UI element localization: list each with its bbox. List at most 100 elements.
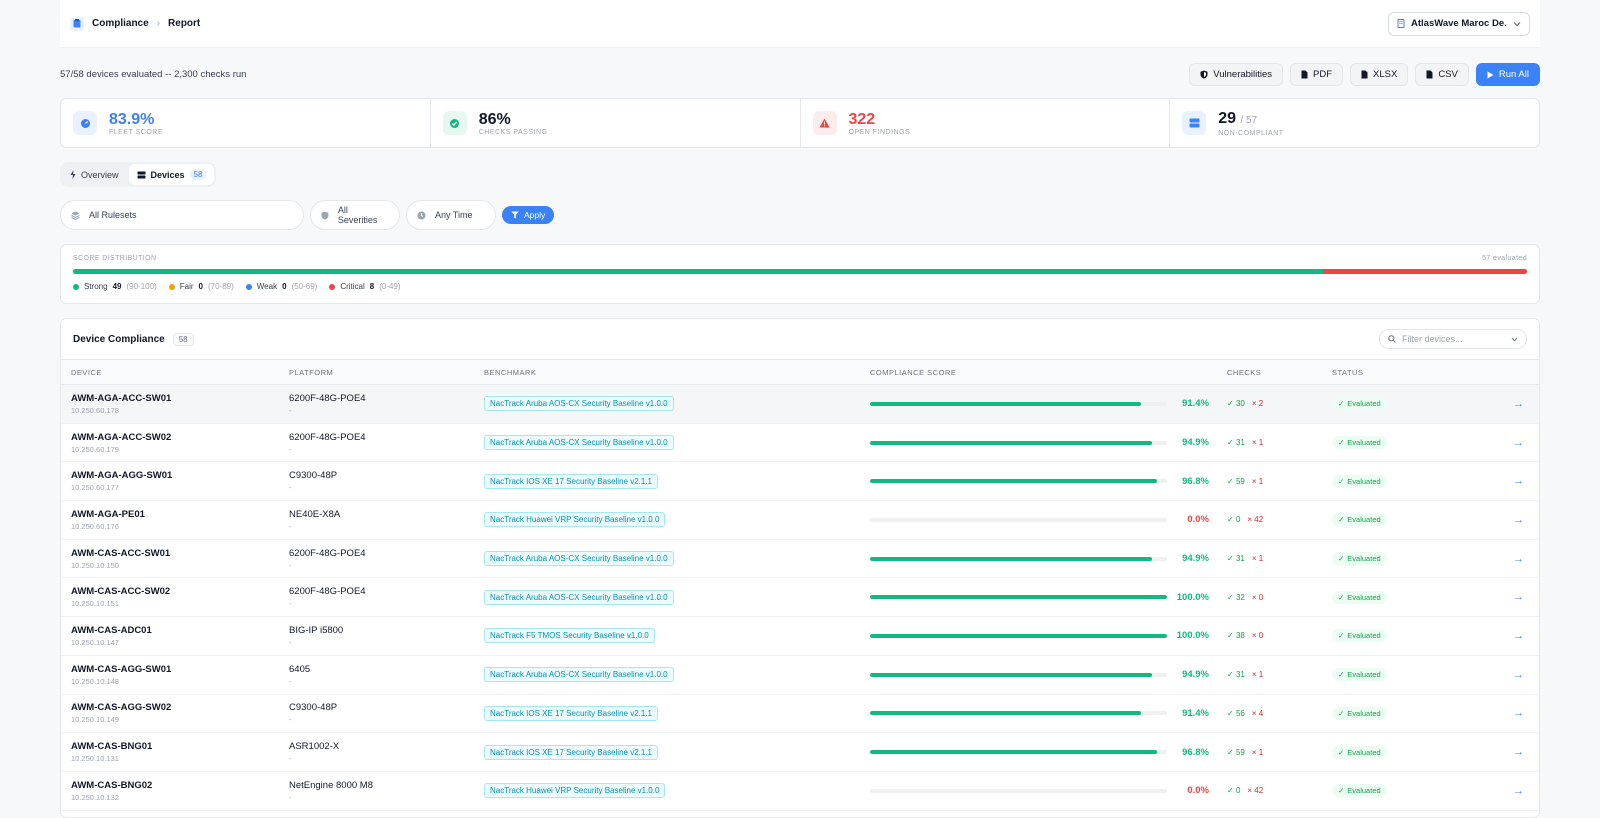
non-compliant-label: NON-COMPLIANT bbox=[1218, 129, 1284, 137]
device-ip: 10.250.10.148 bbox=[71, 676, 119, 686]
column-device[interactable]: DEVICE bbox=[61, 368, 289, 377]
arrow-right-icon[interactable]: → bbox=[1513, 630, 1524, 642]
table-row[interactable]: AWM-CAS-AGG-SW02 10.250.10.149 C9300-48P - N… bbox=[61, 695, 1539, 734]
search-icon bbox=[1388, 335, 1396, 343]
time-filter[interactable]: Any Time bbox=[406, 200, 496, 230]
column-benchmark[interactable]: BENCHMARK bbox=[484, 368, 870, 377]
arrow-right-icon[interactable]: → bbox=[1513, 746, 1524, 758]
arrow-right-icon[interactable]: → bbox=[1513, 707, 1524, 719]
vulnerabilities-button[interactable]: Vulnerabilities bbox=[1189, 63, 1284, 86]
arrow-right-icon[interactable]: → bbox=[1513, 591, 1524, 603]
table-row[interactable]: AWM-CAS-ACC-SW02 10.250.10.151 6200F-48G-P… bbox=[61, 578, 1539, 618]
failed-checks: × 2 bbox=[1252, 399, 1263, 408]
table-row[interactable]: AWM-AGA-ACC-SW02 10.250.60.179 6200F-48G-P… bbox=[61, 424, 1539, 463]
arrow-right-icon[interactable]: → bbox=[1513, 553, 1524, 565]
score-bar-fill bbox=[870, 440, 1152, 445]
breadcrumb-current: Report bbox=[168, 18, 201, 29]
export-csv-button[interactable]: CSV bbox=[1415, 63, 1469, 86]
check-circle-icon bbox=[442, 111, 467, 135]
device-name[interactable]: AWM-CAS-ACC-SW01 bbox=[71, 548, 289, 559]
device-name[interactable]: AWM-AGA-AGG-SW01 bbox=[71, 470, 289, 481]
device-name[interactable]: AWM-CAS-AGG-SW01 bbox=[71, 664, 289, 675]
passed-count: 0 bbox=[1235, 515, 1241, 525]
distribution-title: SCORE DISTRIBUTION bbox=[73, 255, 157, 262]
platform-sub: - bbox=[289, 676, 292, 686]
failed-count: 0 bbox=[1258, 631, 1264, 641]
device-name[interactable]: AWM-CAS-ACC-SW02 bbox=[71, 586, 289, 597]
legend-label: Fair bbox=[179, 282, 194, 291]
tab-overview[interactable]: Overview bbox=[62, 164, 127, 185]
severity-filter[interactable]: All Severities bbox=[310, 200, 400, 230]
benchmark-badge: NacTrack Aruba AOS-CX Security Baseline … bbox=[484, 435, 674, 451]
platform-cell: 6200F-48G-POE4- bbox=[289, 432, 484, 454]
summary-row: 57/58 devices evaluated -- 2,300 checks … bbox=[60, 63, 1540, 86]
checks-cell: ✓ 59 × 1 bbox=[1227, 748, 1332, 757]
status-cell: ✓ Evaluated bbox=[1332, 706, 1472, 720]
platform-sub: - bbox=[289, 444, 292, 454]
tab-devices[interactable]: Devices 58 bbox=[128, 164, 215, 185]
platform-name: NetEngine 8000 M8 bbox=[289, 779, 373, 791]
device-name[interactable]: AWM-AGA-ACC-SW01 bbox=[71, 393, 289, 404]
arrow-cell: → bbox=[1472, 707, 1539, 719]
score-cell: 91.4% bbox=[870, 708, 1227, 719]
failed-checks: × 1 bbox=[1252, 438, 1263, 447]
column-compliance-score[interactable]: COMPLIANCE SCORE bbox=[870, 368, 1227, 377]
arrow-right-icon[interactable]: → bbox=[1513, 437, 1524, 449]
export-xlsx-button[interactable]: XLSX bbox=[1350, 63, 1409, 86]
arrow-right-icon[interactable]: → bbox=[1513, 398, 1524, 410]
device-name[interactable]: AWM-CAS-BNG01 bbox=[71, 741, 289, 752]
organization-select[interactable]: AtlasWave Maroc De... bbox=[1388, 11, 1530, 36]
status-badge: ✓ Evaluated bbox=[1332, 552, 1387, 566]
status-badge: ✓ Evaluated bbox=[1332, 397, 1387, 411]
score-bar bbox=[870, 595, 1167, 600]
check-icon: ✓ bbox=[1227, 631, 1234, 641]
platform-cell: C9300-48P - bbox=[289, 470, 484, 492]
distribution-evaluated: 57 evaluated bbox=[1482, 255, 1527, 262]
table-row[interactable]: AWM-AGA-ACC-SW01 10.250.60.178 6200F-48G-P… bbox=[61, 385, 1539, 424]
apply-filters-button[interactable]: Apply bbox=[502, 206, 555, 224]
device-filter-input[interactable]: Filter devices... bbox=[1379, 329, 1527, 349]
table-row[interactable]: AWM-AGA-PE01 10.250.60.176 NE40E-X8A - NacTr… bbox=[61, 501, 1539, 540]
table-row[interactable]: AWM-CAS-ACC-SW01 10.250.10.150 6200F-48G-P… bbox=[61, 540, 1539, 579]
platform-sub: - bbox=[289, 405, 292, 415]
arrow-right-icon[interactable]: → bbox=[1513, 669, 1524, 681]
table-row[interactable]: AWM-CAS-ADC01 10.250.10.147 BIG-IP i5800- N… bbox=[61, 617, 1539, 656]
score-bar-fill bbox=[870, 750, 1158, 755]
platform-name: C9300-48P bbox=[289, 702, 338, 714]
run-all-button[interactable]: Run All bbox=[1475, 63, 1540, 86]
failed-count: 1 bbox=[1258, 670, 1264, 680]
table-row[interactable]: AWM-CAS-AGG-SW01 10.250.10.148 6405- NacTra… bbox=[61, 656, 1539, 695]
failed-count: 1 bbox=[1258, 554, 1264, 564]
device-name[interactable]: AWM-AGA-PE01 bbox=[71, 509, 289, 520]
device-name[interactable]: AWM-CAS-AGG-SW02 bbox=[71, 702, 289, 713]
table-row[interactable]: AWM-CAS-BNG01 10.250.10.131 ASR1002-X - NacT… bbox=[61, 733, 1539, 772]
arrow-right-icon[interactable]: → bbox=[1513, 514, 1524, 526]
arrow-right-icon[interactable]: → bbox=[1513, 785, 1524, 797]
run-all-label: Run All bbox=[1498, 69, 1529, 80]
breadcrumb-parent[interactable]: Compliance bbox=[92, 18, 149, 29]
table-row[interactable]: AWM-AGA-AGG-SW01 10.250.60.177 C9300-48P - N… bbox=[61, 462, 1539, 502]
arrow-cell: → bbox=[1472, 514, 1539, 526]
table-row[interactable]: AWM-CAS-BNG02 10.250.10.132 NetEngine 8000… bbox=[61, 772, 1539, 811]
platform-sub: - bbox=[289, 521, 292, 531]
x-icon: × bbox=[1247, 515, 1253, 525]
check-icon: ✓ bbox=[1227, 438, 1234, 448]
status-badge: ✓ Evaluated bbox=[1332, 629, 1387, 643]
ruleset-filter[interactable]: All Rulesets bbox=[60, 200, 304, 230]
score-bar-fill bbox=[870, 401, 1142, 406]
score-distribution-card: SCORE DISTRIBUTION 57 evaluated Strong 49… bbox=[60, 244, 1540, 304]
device-name[interactable]: AWM-CAS-BNG02 bbox=[71, 780, 289, 791]
device-name[interactable]: AWM-CAS-ADC01 bbox=[71, 625, 289, 636]
status-badge: ✓ Evaluated bbox=[1332, 474, 1387, 488]
column-status[interactable]: STATUS bbox=[1332, 368, 1472, 377]
checks-passing-label: CHECKS PASSING bbox=[478, 128, 548, 136]
platform-name: NE40E-X8A bbox=[289, 508, 341, 520]
benchmark-cell: NacTrack IOS XE 17 Security Baseline v2.… bbox=[484, 744, 870, 760]
arrow-cell: → bbox=[1472, 553, 1539, 565]
device-name[interactable]: AWM-AGA-ACC-SW02 bbox=[71, 432, 289, 443]
column-checks[interactable]: CHECKS bbox=[1227, 368, 1332, 377]
export-pdf-button[interactable]: PDF bbox=[1290, 63, 1344, 86]
arrow-right-icon[interactable]: → bbox=[1513, 475, 1524, 487]
column-platform[interactable]: PLATFORM bbox=[289, 368, 484, 377]
checks-cell: ✓ 31 × 1 bbox=[1227, 670, 1332, 679]
